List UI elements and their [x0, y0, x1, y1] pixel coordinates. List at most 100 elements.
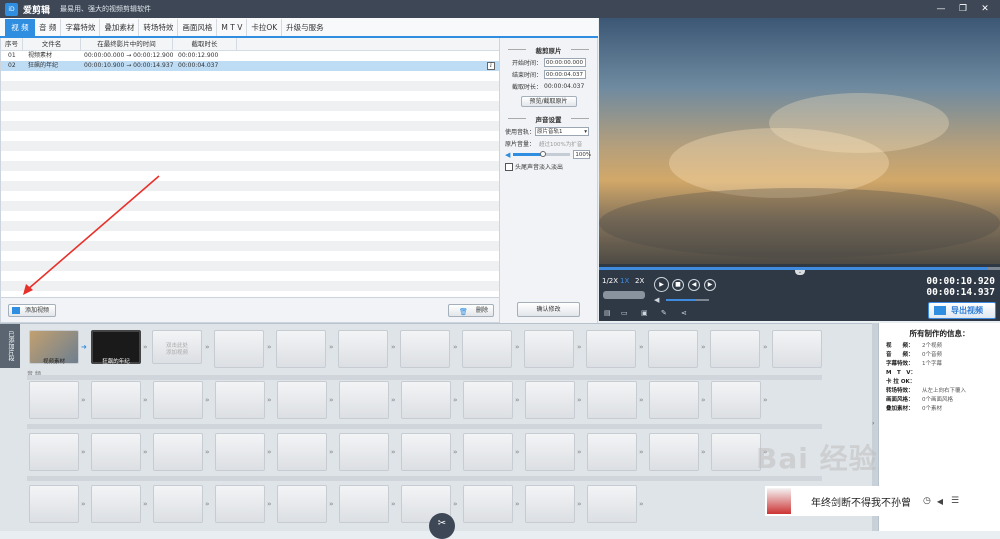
chevron-right-icon: »	[453, 448, 458, 456]
speed-slider[interactable]	[603, 291, 645, 299]
empty-clip-slot[interactable]	[462, 330, 512, 368]
empty-clip-slot[interactable]	[711, 433, 761, 471]
empty-clip-slot[interactable]	[525, 433, 575, 471]
volume-slider[interactable]	[513, 151, 571, 157]
save-icon[interactable]: ▤	[604, 309, 613, 318]
chevron-right-icon: »	[639, 448, 644, 456]
tab-transition[interactable]: 转场特效	[139, 19, 179, 36]
tab-audio[interactable]: 音 频	[35, 19, 62, 36]
preview-clip-button[interactable]: 预览/截取原片	[520, 96, 577, 107]
empty-clip-slot[interactable]	[91, 485, 141, 523]
chevron-right-icon: »	[701, 343, 706, 351]
tab-video[interactable]: 视 频	[5, 19, 35, 36]
collapse-icon[interactable]: ⌄	[795, 270, 805, 275]
empty-clip-slot[interactable]	[277, 485, 327, 523]
add-video-button[interactable]: 添加视频	[8, 304, 56, 317]
speaker-icon[interactable]: ◀	[937, 497, 943, 506]
end-time-input[interactable]: 00:00:04.037	[544, 70, 586, 79]
chevron-right-icon: »	[577, 448, 582, 456]
empty-clip-slot[interactable]	[277, 381, 327, 419]
menu-icon[interactable]: ☰	[951, 496, 959, 506]
empty-clip-slot[interactable]	[587, 381, 637, 419]
empty-clip-slot[interactable]	[524, 330, 574, 368]
tab-overlay[interactable]: 叠加素材	[100, 19, 140, 36]
empty-clip-slot[interactable]	[91, 433, 141, 471]
edit-icon[interactable]: ✎	[661, 309, 670, 318]
empty-clip-slot[interactable]	[710, 330, 760, 368]
empty-clip-slot[interactable]	[463, 381, 513, 419]
empty-clip-slot[interactable]	[277, 433, 327, 471]
empty-clip-slot[interactable]	[586, 330, 636, 368]
empty-clip-slot[interactable]	[91, 381, 141, 419]
scissors-icon[interactable]: ✂	[429, 513, 455, 539]
speed-half[interactable]: 1/2X	[602, 277, 618, 285]
speaker-icon: ◀	[505, 150, 511, 159]
tab-style[interactable]: 画面风格	[178, 19, 218, 36]
trash-icon: 🗑	[459, 308, 468, 316]
empty-clip-slot[interactable]	[649, 433, 699, 471]
empty-clip-slot[interactable]	[29, 381, 79, 419]
close-icon[interactable]: ✕	[974, 1, 996, 17]
empty-clip-slot[interactable]	[339, 433, 389, 471]
empty-clip-slot[interactable]	[29, 433, 79, 471]
empty-clip-slot[interactable]	[587, 433, 637, 471]
empty-clip-slot[interactable]	[338, 330, 388, 368]
empty-clip-slot[interactable]	[587, 485, 637, 523]
empty-clip-slot[interactable]	[401, 381, 451, 419]
rewind-icon[interactable]: ◀	[688, 279, 700, 291]
empty-clip-slot[interactable]	[772, 330, 822, 368]
start-time-input[interactable]: 00:00:00.000	[544, 58, 586, 67]
empty-clip-slot[interactable]	[215, 485, 265, 523]
empty-clip-slot[interactable]	[525, 485, 575, 523]
add-video-slot[interactable]: 双击此处 添加视频	[152, 330, 202, 364]
delete-button[interactable]: 🗑 删除	[448, 304, 494, 317]
tab-upgrade[interactable]: 升级与服务	[282, 19, 328, 36]
empty-clip-slot[interactable]	[276, 330, 326, 368]
empty-clip-slot[interactable]	[400, 330, 450, 368]
total-time: 00:00:14.937	[926, 287, 995, 298]
volume-hint: 超过100%为扩音	[539, 141, 583, 148]
empty-clip-slot[interactable]	[463, 485, 513, 523]
empty-clip-slot[interactable]	[153, 485, 203, 523]
empty-clip-slot[interactable]	[215, 381, 265, 419]
tab-subtitle-effects[interactable]: 字幕特效	[61, 19, 101, 36]
empty-clip-slot[interactable]	[339, 485, 389, 523]
empty-clip-slot[interactable]	[463, 433, 513, 471]
disk-icon[interactable]: ▣	[641, 309, 650, 318]
speed-2x[interactable]: 2X	[635, 277, 644, 285]
fade-checkbox[interactable]	[505, 162, 513, 171]
tab-mtv[interactable]: M T V	[217, 19, 248, 36]
empty-clip-slot[interactable]	[215, 433, 265, 471]
play-icon[interactable]: ▶	[654, 277, 669, 292]
speed-1x[interactable]: 1X	[620, 277, 629, 285]
chevron-right-icon: »	[267, 500, 272, 508]
added-clips-tab[interactable]: 已添加片段	[0, 324, 20, 368]
share-icon[interactable]: ⋖	[681, 309, 690, 318]
empty-clip-slot[interactable]	[401, 433, 451, 471]
stop-icon[interactable]: ■	[672, 279, 684, 291]
empty-clip-slot[interactable]	[649, 381, 699, 419]
player-volume-slider[interactable]	[666, 299, 709, 301]
minimize-icon[interactable]: —	[930, 1, 952, 17]
volume-input[interactable]: 100%	[573, 150, 591, 159]
empty-clip-slot[interactable]	[29, 485, 79, 523]
folder-icon[interactable]: ▭	[621, 309, 630, 318]
clock-icon[interactable]: ◷	[923, 496, 931, 506]
video-preview[interactable]	[599, 18, 1000, 264]
empty-clip-slot[interactable]	[711, 381, 761, 419]
empty-clip-slot[interactable]	[214, 330, 264, 368]
promo-banner[interactable]: 年终剑断不得我不孙曾 ◷ ◀ ☰	[765, 486, 1000, 516]
forward-icon[interactable]: ▶	[704, 279, 716, 291]
empty-clip-slot[interactable]	[153, 381, 203, 419]
export-video-button[interactable]: 导出视频	[928, 302, 996, 319]
track-select[interactable]: 原片音轨1 ▾	[535, 127, 590, 136]
empty-clip-slot[interactable]	[339, 381, 389, 419]
tab-karaoke[interactable]: 卡拉OK	[247, 19, 283, 36]
empty-clip-slot[interactable]	[648, 330, 698, 368]
volume-slider-thumb[interactable]	[540, 151, 547, 157]
confirm-button[interactable]: 确认修改	[517, 302, 580, 317]
empty-clip-slot[interactable]	[153, 433, 203, 471]
chevron-right-icon: »	[515, 343, 520, 351]
empty-clip-slot[interactable]	[525, 381, 575, 419]
maximize-icon[interactable]: ❐	[952, 1, 974, 17]
